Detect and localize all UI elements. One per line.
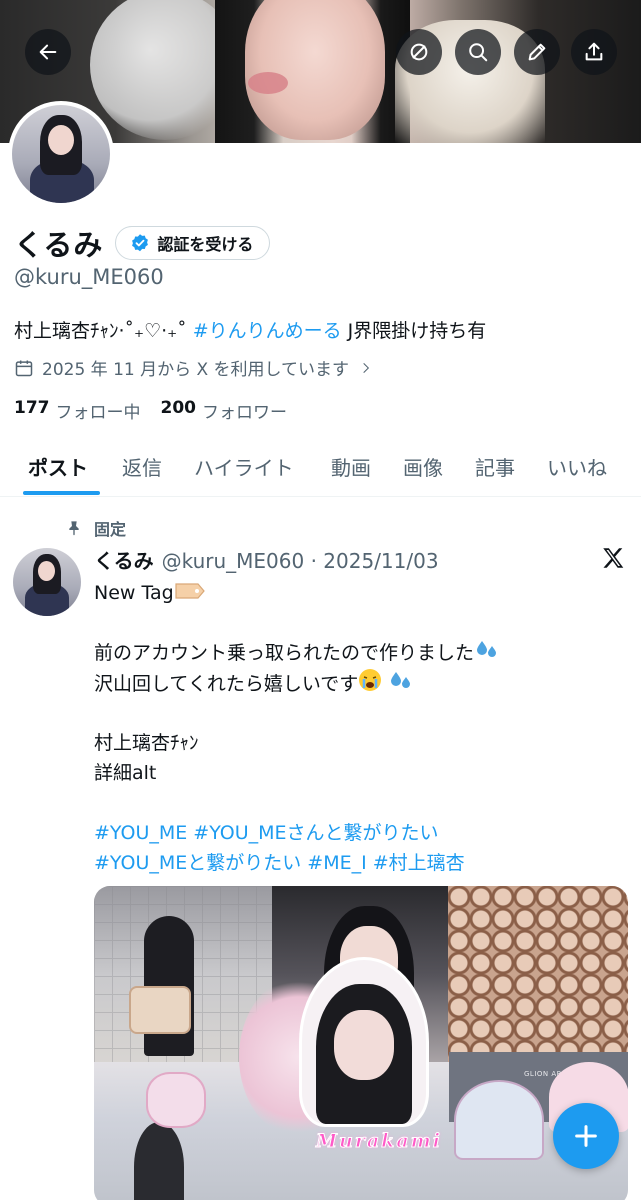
image-caption: Murakami: [316, 1130, 442, 1153]
post-line: 沢山回してくれたら嬉しいです: [94, 668, 624, 698]
share-icon: [585, 42, 603, 61]
tab-posts[interactable]: ポスト: [28, 452, 88, 481]
post-line: [94, 698, 624, 728]
followers-count: 200: [160, 398, 197, 418]
post-author-avatar[interactable]: [13, 548, 81, 616]
bio-text-suffix: J界隈掛け持ち有: [341, 320, 487, 342]
calendar-icon: [15, 360, 33, 376]
followers-link[interactable]: 200 フォロワー: [161, 398, 288, 423]
post-line: New Tag: [94, 578, 624, 608]
search-icon: [469, 43, 488, 62]
post-author-handle-date[interactable]: @kuru_ME060 · 2025/11/03: [162, 549, 439, 573]
tab-images[interactable]: 画像: [403, 452, 443, 481]
pin-icon: [69, 521, 79, 536]
sweat-droplets-icon: [388, 669, 414, 700]
share-button[interactable]: [571, 29, 617, 75]
post-hashtags-line[interactable]: #YOU_MEと繋がりたい #ME_I #村上璃杏: [94, 848, 624, 878]
profile-avatar[interactable]: [8, 101, 114, 207]
verified-badge-icon: [132, 234, 149, 252]
crying-face-icon: [358, 668, 382, 701]
chevron-right-icon: [363, 362, 370, 373]
get-verified-button[interactable]: 認証を受ける: [115, 226, 271, 260]
profile-tabs: ポスト 返信 ハイライト 動画 画像 記事 いいね: [0, 440, 641, 497]
get-verified-label: 認証を受ける: [157, 235, 254, 254]
joined-text: 2025 年 11 月から X を利用しています: [42, 360, 350, 380]
active-tab-indicator: [23, 491, 100, 495]
post-text: New Tag 前のアカウント乗っ取られたので作りました 沢山回してくれたら嬉し…: [94, 578, 624, 878]
x-logo-icon[interactable]: [600, 545, 626, 571]
display-name: くるみ: [14, 228, 104, 262]
grok-button[interactable]: [396, 29, 442, 75]
bio-text: 村上璃杏ﾁｬﾝ‧˚₊♡‧₊˚: [14, 320, 187, 342]
tab-articles[interactable]: 記事: [475, 452, 515, 481]
grok-icon: [410, 43, 428, 61]
post-line: [94, 608, 624, 638]
label-tag-icon: [174, 579, 206, 609]
compose-button[interactable]: [553, 1103, 619, 1169]
followers-label: フォロワー: [202, 403, 287, 423]
profile-bio: 村上璃杏ﾁｬﾝ‧˚₊♡‧₊˚ #りんりんめーる J界隈掛け持ち有: [14, 316, 486, 343]
plus-icon: [575, 1125, 597, 1147]
pinned-indicator: 固定: [66, 516, 126, 540]
user-handle: @kuru_ME060: [14, 265, 164, 289]
back-button[interactable]: [25, 29, 71, 75]
tab-highlights[interactable]: ハイライト: [194, 452, 294, 481]
post-hashtags-line[interactable]: #YOU_ME #YOU_MEさんと繋がりたい: [94, 818, 624, 848]
tab-replies[interactable]: 返信: [122, 452, 162, 481]
post-line: 詳細alt: [94, 762, 157, 784]
post-line: 前のアカウント乗っ取られたので作りました: [94, 638, 624, 668]
joined-date[interactable]: 2025 年 11 月から X を利用しています: [14, 355, 381, 380]
post-author-name[interactable]: くるみ: [94, 545, 154, 574]
edit-button[interactable]: [514, 29, 560, 75]
tab-likes[interactable]: いいね: [547, 452, 607, 481]
post-image[interactable]: GLION ARENA KOBE Murakami: [94, 886, 628, 1200]
post-line: 村上璃杏ﾁｬﾝ: [94, 732, 199, 754]
bio-hashtag-link[interactable]: #りんりんめーる: [193, 320, 342, 342]
sweat-droplets-icon: [474, 638, 500, 669]
tab-videos[interactable]: 動画: [331, 452, 371, 481]
pinned-label: 固定: [94, 520, 127, 539]
search-button[interactable]: [455, 29, 501, 75]
following-link[interactable]: 177 フォロー中: [14, 398, 141, 423]
post-line: [94, 788, 624, 818]
post-header: くるみ @kuru_ME060 · 2025/11/03: [94, 545, 439, 574]
arrow-left-icon: [39, 44, 57, 60]
following-count: 177: [14, 398, 50, 418]
following-label: フォロー中: [55, 403, 141, 423]
edit-icon: [528, 43, 546, 61]
